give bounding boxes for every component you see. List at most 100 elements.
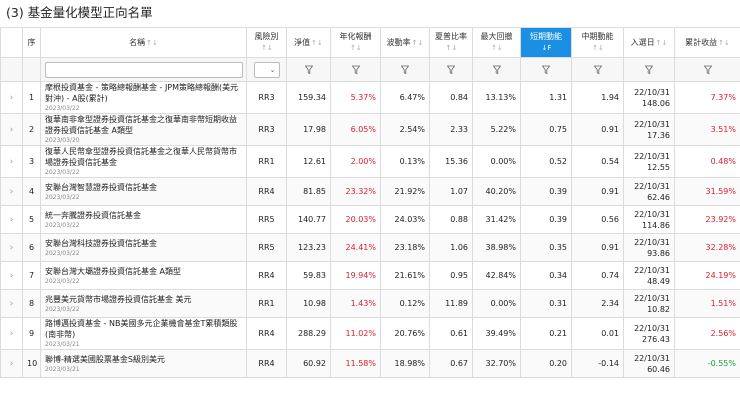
funnel-icon[interactable] [593,65,602,75]
funnel-icon[interactable] [351,65,360,75]
expand-cell[interactable]: › [0,205,23,234]
expand-cell[interactable]: › [0,349,23,378]
sort-icon[interactable]: ↑↓ [718,39,730,47]
header-mid-momentum[interactable]: 中期動能↑↓ [571,27,624,58]
header-cumulative-return[interactable]: 累計收益↑↓ [674,27,740,58]
expand-cell[interactable]: › [0,145,23,178]
table-row[interactable]: › 2 復華南非傘型證券投資信託基金之復華南非幣短期收益證券投資信託基金 A類型 20… [0,113,740,146]
fund-name-cell[interactable]: 兆豐美元貨幣市場證券投資信託基金 美元 2023/03/22 [40,289,247,318]
entry-date-cell: 22/10/31 48.49 [623,261,675,290]
table-row[interactable]: › 3 復華人民幣傘型證券投資信託基金之復華人民幣貨幣市場證券投資信託基金 2023/… [0,145,740,178]
chevron-right-icon[interactable]: › [10,215,14,225]
funnel-icon[interactable] [492,65,501,75]
fund-name[interactable]: 兆豐美元貨幣市場證券投資信託基金 美元 [45,294,242,305]
fund-name-cell[interactable]: 復華南非傘型證券投資信託基金之復華南非幣短期收益證券投資信託基金 A類型 2023… [40,113,247,146]
sort-icon[interactable]: ↑↓ [491,44,503,52]
header-sharpe[interactable]: 夏普比率↑↓ [429,27,473,58]
table-row[interactable]: › 8 兆豐美元貨幣市場證券投資信託基金 美元 2023/03/22 RR1 10.98 1… [0,289,740,318]
sort-desc-icon[interactable]: ↓F [542,44,552,52]
fund-name[interactable]: 摩根投資基金 - 策略總報酬基金 - JPM策略總報酬(美元對沖) - A股(累… [45,83,242,105]
header-max-drawdown[interactable]: 最大回撤↑↓ [472,27,521,58]
funnel-icon[interactable] [447,65,455,75]
short-momentum-value: 0.75 [520,113,572,146]
entry-date: 22/10/31 [634,87,670,97]
fund-name-cell[interactable]: 安聯台灣科技證券投資信託基金 2023/03/22 [40,233,247,262]
header-entry-date[interactable]: 入選日↑↓ [623,27,675,58]
annual-return-value: 6.05% [330,113,381,146]
table-row[interactable]: › 10 聯博-精選美國股票基金S級別美元 2023/03/21 RR4 60.92 11.… [0,349,740,378]
max-drawdown-value: 32.70% [472,349,521,378]
header-short-momentum[interactable]: 短期動能↓F [520,27,572,58]
header-risk[interactable]: 風險別 ↑↓ [246,27,287,58]
funnel-icon[interactable] [645,65,653,75]
chevron-right-icon[interactable]: › [10,299,14,309]
sharpe-value: 1.06 [429,233,473,262]
table-row[interactable]: › 6 安聯台灣科技證券投資信託基金 2023/03/22 RR5 123.23 24.41… [0,233,740,262]
chevron-right-icon[interactable]: › [10,329,14,339]
expand-cell[interactable]: › [0,317,23,350]
sort-icon[interactable]: ↑↓ [311,39,323,47]
funnel-icon[interactable] [703,65,712,75]
chevron-right-icon[interactable]: › [10,187,14,197]
mid-momentum-value: 0.54 [571,145,624,178]
fund-name[interactable]: 安聯台灣大壩證券投資信託基金 A類型 [45,266,242,277]
header-nav[interactable]: 淨值↑↓ [286,27,331,58]
max-drawdown-value: 39.49% [472,317,521,350]
entry-date-cell: 22/10/31 60.46 [623,349,675,378]
header-volatility[interactable]: 波動率↑↓ [380,27,430,58]
sort-icon[interactable]: ↑↓ [592,44,604,52]
max-drawdown-value: 0.00% [472,145,521,178]
funnel-icon[interactable] [401,65,409,75]
sort-icon[interactable]: ↑↓ [412,39,424,47]
cumulative-return-value: 24.19% [674,261,740,290]
expand-cell[interactable]: › [0,289,23,318]
chevron-right-icon[interactable]: › [10,271,14,281]
fund-name-cell[interactable]: 復華人民幣傘型證券投資信託基金之復華人民幣貨幣市場證券投資信託基金 2023/03… [40,145,247,178]
expand-cell[interactable]: › [0,233,23,262]
table-row[interactable]: › 4 安聯台灣智慧證券投資信託基金 2023/03/22 RR4 81.85 23.32%… [0,177,740,206]
name-filter-input[interactable] [45,61,243,78]
expand-cell[interactable]: › [0,177,23,206]
chevron-right-icon[interactable]: › [10,93,14,103]
fund-name-cell[interactable]: 統一奔騰證券投資信託基金 2023/03/22 [40,205,247,234]
chevron-right-icon[interactable]: › [10,157,14,167]
expand-cell[interactable]: › [0,81,23,114]
chevron-right-icon[interactable]: › [10,243,14,253]
funnel-icon[interactable] [542,65,550,75]
mid-momentum-value: -0.14 [571,349,624,378]
fund-name[interactable]: 安聯台灣科技證券投資信託基金 [45,238,242,249]
sort-icon[interactable]: ↑↓ [261,44,273,52]
nav-value: 12.61 [286,145,331,178]
table-row[interactable]: › 5 統一奔騰證券投資信託基金 2023/03/22 RR5 140.77 20.03% 2… [0,205,740,234]
volatility-value: 6.47% [380,81,430,114]
fund-name[interactable]: 聯博-精選美國股票基金S級別美元 [45,354,242,365]
fund-name[interactable]: 統一奔騰證券投資信託基金 [45,210,242,221]
fund-name[interactable]: 復華人民幣傘型證券投資信託基金之復華人民幣貨幣市場證券投資信託基金 [45,147,242,169]
sort-icon[interactable]: ↑↓ [446,44,458,52]
chevron-right-icon[interactable]: › [10,359,14,369]
funnel-icon[interactable] [304,65,313,75]
annual-return-value: 11.02% [330,317,381,350]
fund-name[interactable]: 路博邁投資基金 - NB美國多元企業機會基金T累積類股(南非幣) [45,319,242,341]
table-row[interactable]: › 7 安聯台灣大壩證券投資信託基金 A類型 2023/03/22 RR4 59.83 19… [0,261,740,290]
fund-name[interactable]: 復華南非傘型證券投資信託基金之復華南非幣短期收益證券投資信託基金 A類型 [45,115,242,137]
risk-level: RR3 [246,113,287,146]
fund-name-cell[interactable]: 摩根投資基金 - 策略總報酬基金 - JPM策略總報酬(美元對沖) - A股(累… [40,81,247,114]
max-drawdown-value: 31.42% [472,205,521,234]
header-name[interactable]: 名稱↑↓ [40,27,247,58]
fund-name-cell[interactable]: 聯博-精選美國股票基金S級別美元 2023/03/21 [40,349,247,378]
risk-filter-select[interactable]: ⌄ [253,61,280,78]
table-row[interactable]: › 1 摩根投資基金 - 策略總報酬基金 - JPM策略總報酬(美元對沖) - A股… [0,81,740,114]
expand-cell[interactable]: › [0,261,23,290]
fund-name-cell[interactable]: 路博邁投資基金 - NB美國多元企業機會基金T累積類股(南非幣) 2023/03/… [40,317,247,350]
table-row[interactable]: › 9 路博邁投資基金 - NB美國多元企業機會基金T累積類股(南非幣) 2023/0… [0,317,740,350]
fund-name[interactable]: 安聯台灣智慧證券投資信託基金 [45,182,242,193]
sort-icon[interactable]: ↑↓ [350,44,362,52]
chevron-right-icon[interactable]: › [10,125,14,135]
sort-icon[interactable]: ↑↓ [656,39,668,47]
expand-cell[interactable]: › [0,113,23,146]
sort-icon[interactable]: ↑↓ [146,39,158,47]
header-annual-return[interactable]: 年化報酬↑↓ [330,27,381,58]
fund-name-cell[interactable]: 安聯台灣智慧證券投資信託基金 2023/03/22 [40,177,247,206]
fund-name-cell[interactable]: 安聯台灣大壩證券投資信託基金 A類型 2023/03/22 [40,261,247,290]
